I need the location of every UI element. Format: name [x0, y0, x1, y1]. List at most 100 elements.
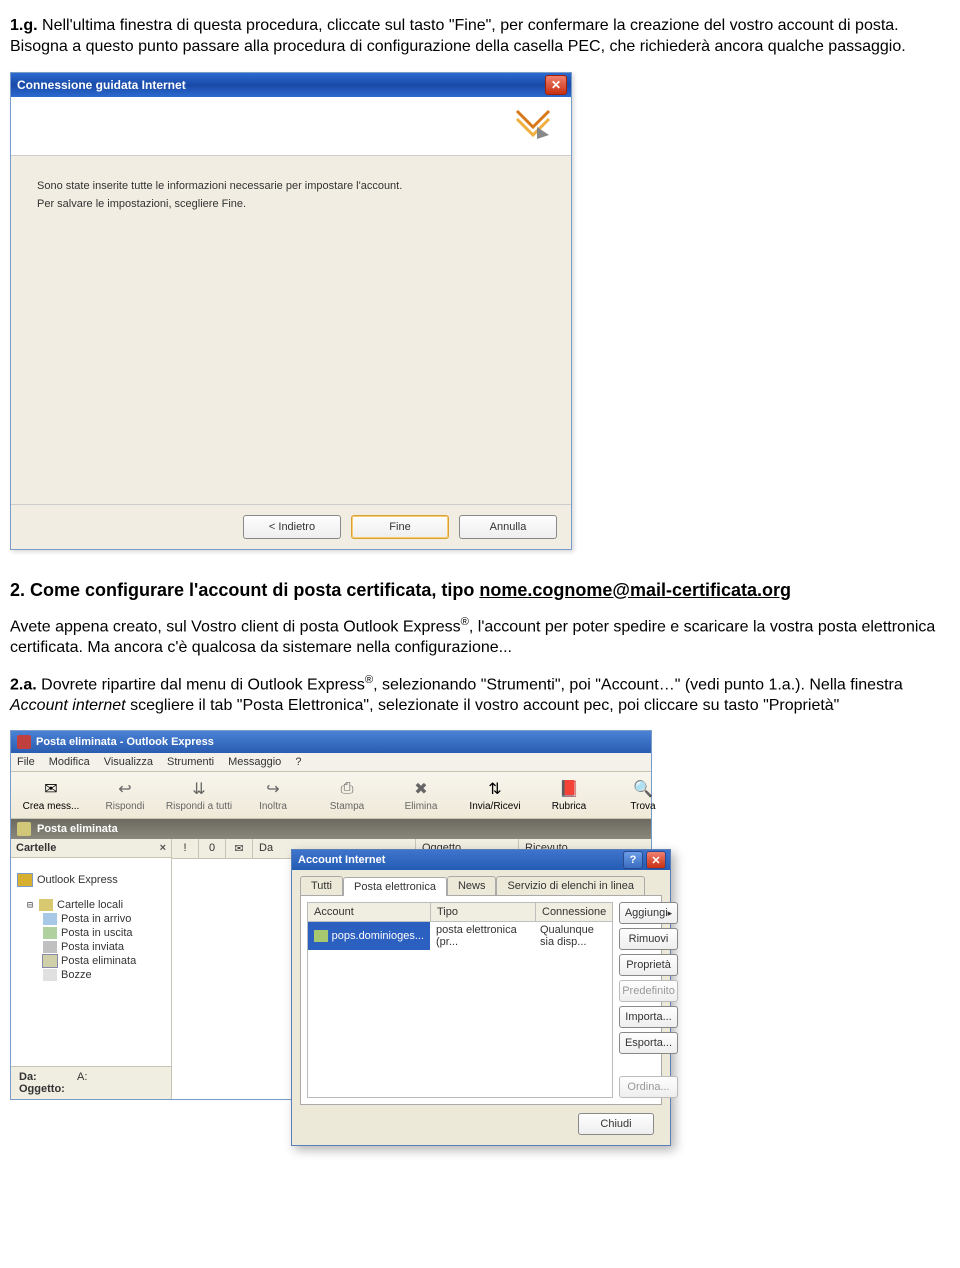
wizard-header-strip: [11, 97, 571, 156]
tree-root[interactable]: Outlook Express: [17, 862, 171, 898]
tb-replyall: ⇊Rispondi a tutti: [165, 776, 233, 814]
forward-icon: ↪: [261, 778, 285, 800]
acol-account[interactable]: Account: [308, 903, 431, 921]
account-type: posta elettronica (pr...: [430, 922, 534, 950]
tb-sendrecv[interactable]: ⇅Invia/Ricevi: [461, 776, 529, 814]
para-2a-a: Dovrete ripartire dal menu di Outlook Ex…: [37, 676, 365, 693]
tb-create[interactable]: ✉Crea mess...: [17, 776, 85, 814]
export-button[interactable]: Esporta...: [619, 1032, 678, 1054]
close-button[interactable]: Chiudi: [578, 1113, 654, 1135]
tree-sent[interactable]: Posta inviata: [17, 940, 171, 954]
preview-pane: Da:A: Oggetto:: [11, 1066, 171, 1099]
account-list: Account Tipo Connessione pops.dominioges…: [307, 902, 613, 1098]
wizard-flag-icon: [511, 105, 555, 149]
oe-title: Posta eliminata - Outlook Express: [36, 736, 214, 748]
trash-icon: [17, 822, 31, 836]
menu-file[interactable]: File: [17, 756, 35, 768]
para-1g-body: Nell'ultima finestra di questa procedura…: [10, 17, 906, 55]
order-button: Ordina...: [619, 1076, 678, 1098]
oe-toolbar: ✉Crea mess... ↩Rispondi ⇊Rispondi a tutt…: [11, 772, 651, 819]
oe-subtitlebar: Posta eliminata: [11, 819, 651, 839]
oe-menubar: File Modifica Visualizza Strumenti Messa…: [11, 753, 651, 772]
print-icon: ⎙: [335, 778, 359, 800]
tab-mail[interactable]: Posta elettronica: [343, 877, 447, 896]
properties-button[interactable]: Proprietà: [619, 954, 678, 976]
para-2a-c: scegliere il tab "Posta Elettronica", se…: [126, 697, 840, 714]
para-intro-a: Avete appena creato, sul Vostro client d…: [10, 618, 461, 635]
reg-mark-1: ®: [461, 616, 469, 628]
tab-all[interactable]: Tutti: [300, 876, 343, 895]
tree-deleted[interactable]: Posta eliminata: [17, 954, 171, 968]
col-attach[interactable]: 0: [199, 839, 226, 858]
folder-tree-header: Cartelle ×: [11, 839, 171, 858]
account-list-header: Account Tipo Connessione: [308, 903, 612, 922]
acct-close-icon[interactable]: ✕: [646, 851, 666, 869]
acol-conn[interactable]: Connessione: [536, 903, 612, 921]
folder-tree-title: Cartelle: [16, 842, 56, 854]
reg-mark-2: ®: [365, 674, 373, 686]
account-internet-dialog: Account Internet ? ✕ Tutti Posta elettro…: [291, 849, 671, 1146]
oe-subtitle-text: Posta eliminata: [37, 823, 118, 835]
tab-news[interactable]: News: [447, 876, 497, 895]
oe-app-icon: [17, 735, 31, 749]
preview-to-label: A:: [77, 1071, 87, 1083]
heading-2-link: nome.cognome@mail-certificata.org: [479, 580, 791, 600]
replyall-icon: ⇊: [187, 778, 211, 800]
menu-help[interactable]: ?: [295, 756, 301, 768]
reply-icon: ↩: [113, 778, 137, 800]
para-intro: Avete appena creato, sul Vostro client d…: [10, 615, 950, 659]
close-icon[interactable]: ✕: [545, 75, 567, 95]
acct-title: Account Internet: [298, 854, 620, 866]
local-folder-icon: [39, 899, 53, 911]
wizard-titlebar: Connessione guidata Internet ✕: [11, 73, 571, 97]
tb-contacts[interactable]: 📕Rubrica: [535, 776, 603, 814]
wizard-line1: Sono state inserite tutte le informazion…: [37, 180, 545, 192]
mail-account-icon: [314, 930, 328, 942]
create-icon: ✉: [39, 778, 63, 800]
folder-tree: Cartelle × Outlook Express ⊟Cartelle loc…: [11, 839, 172, 1099]
oe-icon: [17, 873, 33, 887]
wizard-line2: Per salvare le impostazioni, scegliere F…: [37, 198, 545, 210]
para-1g: 1.g. Nell'ultima finestra di questa proc…: [10, 16, 950, 58]
contacts-icon: 📕: [557, 778, 581, 800]
menu-tools[interactable]: Strumenti: [167, 756, 214, 768]
heading-2: 2. Come configurare l'account di posta c…: [10, 580, 950, 601]
tree-inbox[interactable]: Posta in arrivo: [17, 912, 171, 926]
acol-type[interactable]: Tipo: [431, 903, 536, 921]
tree-drafts[interactable]: Bozze: [17, 968, 171, 982]
menu-view[interactable]: Visualizza: [104, 756, 153, 768]
tree-outbox[interactable]: Posta in uscita: [17, 926, 171, 940]
deleted-icon: [43, 955, 57, 967]
drafts-icon: [43, 969, 57, 981]
tree-close-icon[interactable]: ×: [160, 842, 166, 854]
preview-subject-label: Oggetto:: [19, 1083, 71, 1095]
tab-directory[interactable]: Servizio di elenchi in linea: [496, 876, 645, 895]
wizard-body: Sono state inserite tutte le informazion…: [11, 156, 571, 504]
tb-find[interactable]: 🔍Trova: [609, 776, 677, 814]
para-2a-italic: Account internet: [10, 697, 126, 714]
outbox-icon: [43, 927, 57, 939]
finish-button[interactable]: Fine: [351, 515, 449, 539]
tree-local[interactable]: ⊟Cartelle locali: [17, 898, 171, 912]
find-icon: 🔍: [631, 778, 655, 800]
add-button[interactable]: Aggiungi: [619, 902, 678, 924]
acct-tabs: Tutti Posta elettronica News Servizio di…: [300, 876, 662, 895]
remove-button[interactable]: Rimuovi: [619, 928, 678, 950]
oe-titlebar: Posta eliminata - Outlook Express: [11, 731, 651, 753]
col-flag[interactable]: ✉: [226, 839, 253, 858]
cancel-button[interactable]: Annulla: [459, 515, 557, 539]
tb-delete: ✖Elimina: [387, 776, 455, 814]
help-icon[interactable]: ?: [623, 851, 643, 869]
import-button[interactable]: Importa...: [619, 1006, 678, 1028]
menu-edit[interactable]: Modifica: [49, 756, 90, 768]
para-2a-b: , selezionando "Strumenti", poi "Account…: [373, 676, 903, 693]
wizard-window: Connessione guidata Internet ✕ Sono stat…: [10, 72, 572, 550]
sent-icon: [43, 941, 57, 953]
tb-reply: ↩Rispondi: [91, 776, 159, 814]
col-priority[interactable]: !: [172, 839, 199, 858]
back-button[interactable]: < Indietro: [243, 515, 341, 539]
account-row[interactable]: pops.dominioges... posta elettronica (pr…: [308, 922, 612, 950]
account-name: pops.dominioges...: [332, 930, 424, 942]
para-2a: 2.a. Dovrete ripartire dal menu di Outlo…: [10, 673, 950, 717]
menu-message[interactable]: Messaggio: [228, 756, 281, 768]
